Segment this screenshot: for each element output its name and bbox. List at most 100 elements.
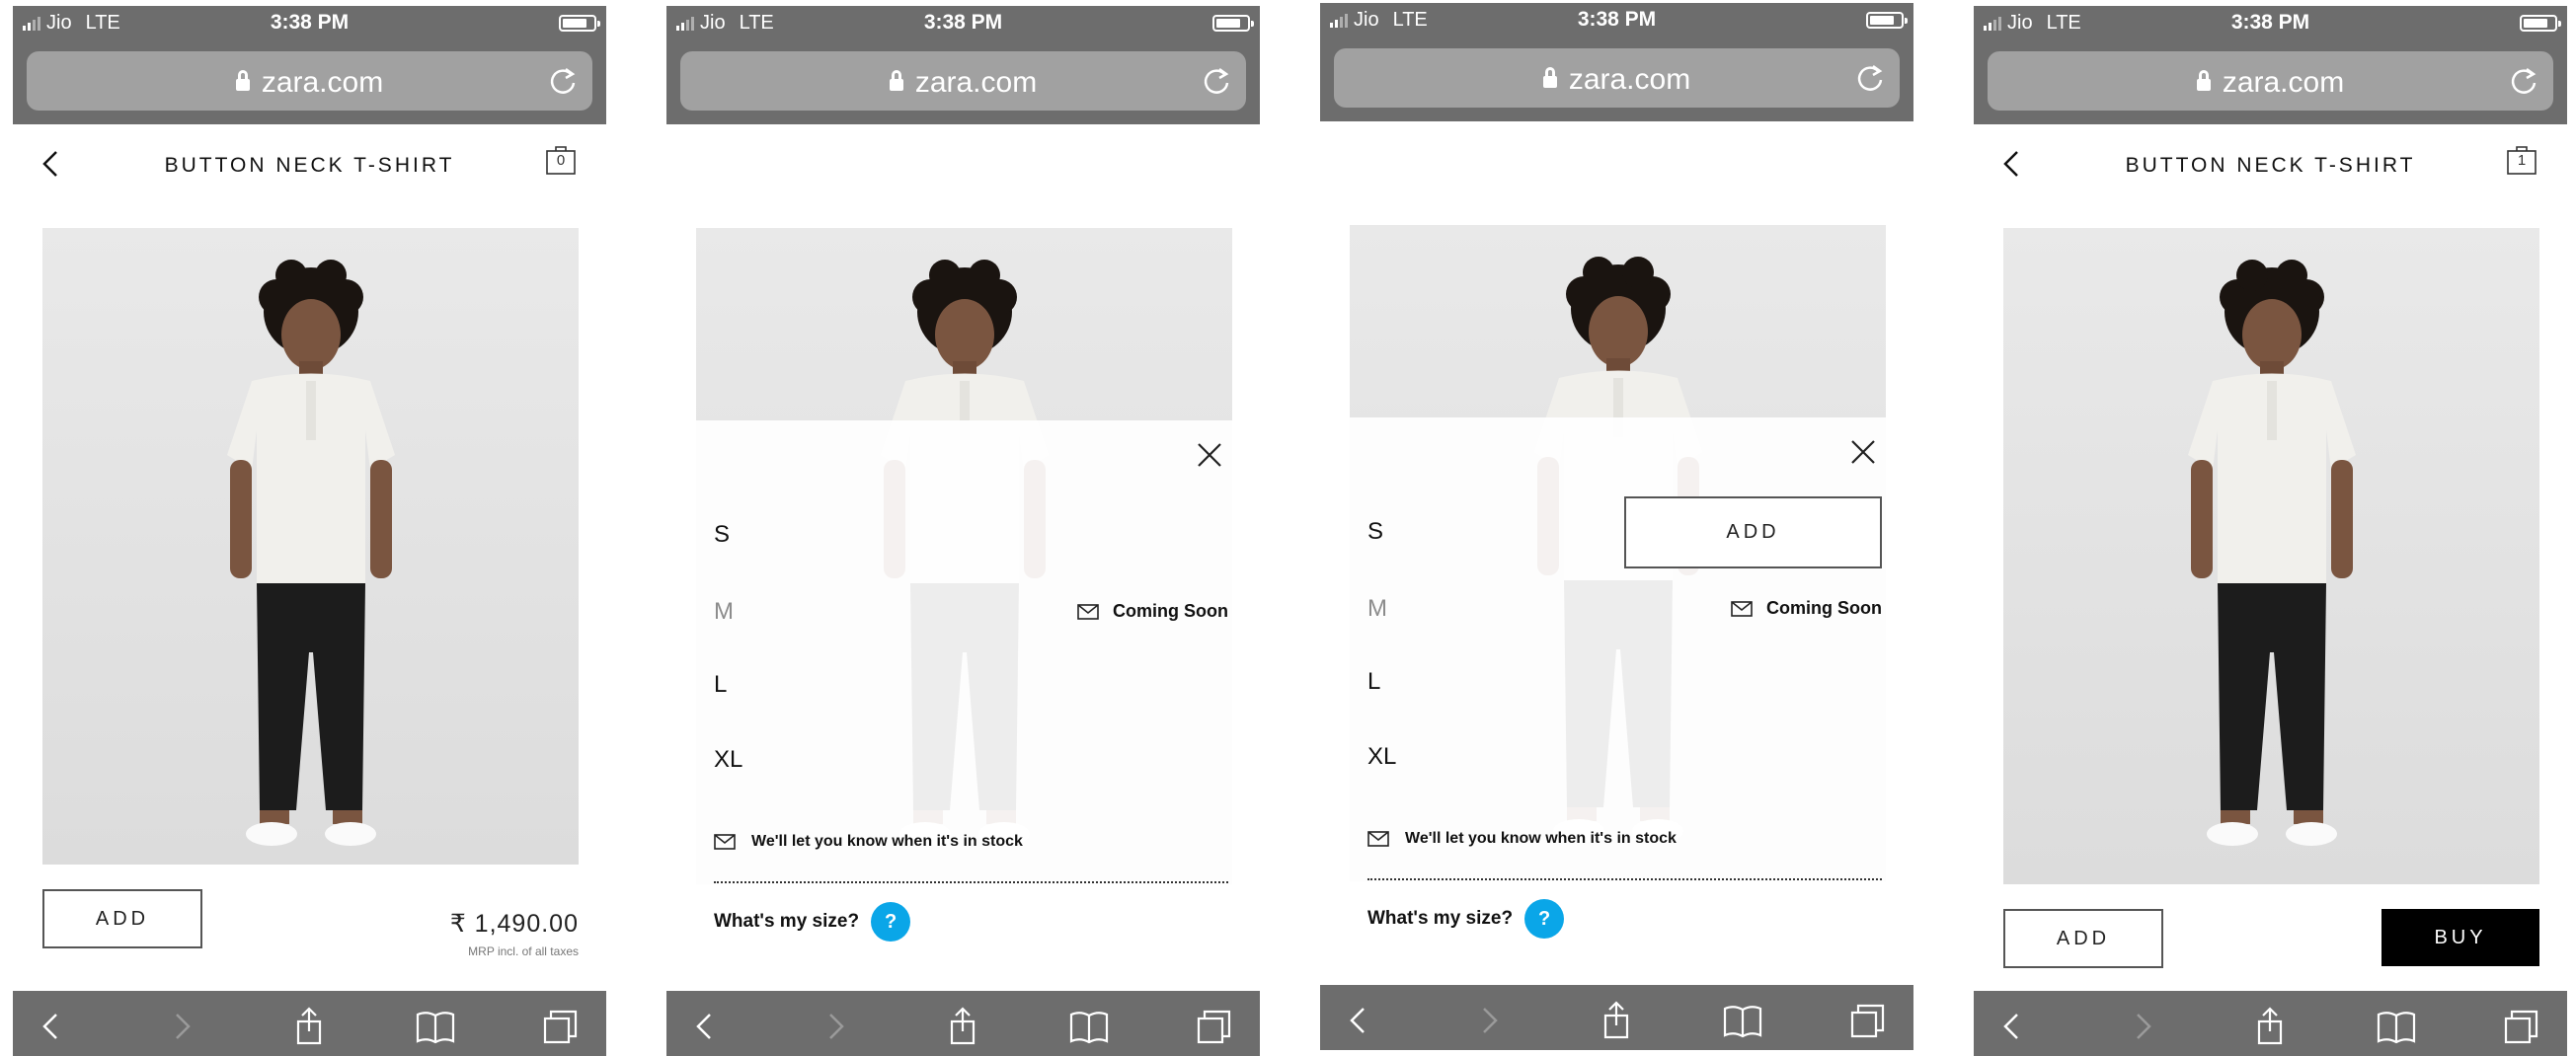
price-block: ₹ 1,490.00 MRP incl. of all taxes: [450, 909, 579, 958]
size-panel: S M Coming Soon L XL We'll let you know …: [696, 420, 1232, 884]
model-photo: [2187, 260, 2356, 846]
canvas: Jio LTE 3:38 PM zara.com BUTTON NECK T-S…: [0, 0, 2576, 1056]
add-button[interactable]: ADD: [2003, 909, 2163, 968]
cart-button[interactable]: 0: [545, 146, 577, 176]
reload-icon[interactable]: [547, 65, 579, 97]
status-time: 3:38 PM: [923, 11, 1003, 34]
reload-icon[interactable]: [1854, 62, 1886, 94]
size-option-xl[interactable]: XL: [1367, 743, 1396, 771]
address-bar[interactable]: zara.com: [27, 51, 592, 111]
size-option-m[interactable]: M: [714, 598, 734, 626]
coming-soon-notice[interactable]: Coming Soon: [1731, 598, 1882, 619]
share-icon[interactable]: [1597, 1001, 1636, 1040]
whats-my-size-link[interactable]: What's my size? ?: [714, 902, 911, 942]
price-note: MRP incl. of all taxes: [468, 944, 579, 958]
battery-icon: [1866, 12, 1908, 29]
tabs-icon[interactable]: [1848, 1001, 1888, 1040]
back-chevron-icon[interactable]: [1993, 1007, 2033, 1046]
bookmarks-icon[interactable]: [416, 1007, 455, 1046]
size-option-m[interactable]: M: [1367, 595, 1387, 623]
stock-notify-text: We'll let you know when it's in stock: [1405, 830, 1677, 847]
address-bar[interactable]: zara.com: [1988, 51, 2553, 111]
battery-icon: [2520, 15, 2561, 32]
product-header: BUTTON NECK T-SHIRT 1: [1974, 124, 2567, 213]
status-time: 3:38 PM: [1577, 8, 1657, 31]
size-option-xl[interactable]: XL: [714, 746, 742, 774]
forward-chevron-icon[interactable]: [815, 1007, 854, 1046]
share-icon[interactable]: [943, 1007, 982, 1046]
bookmarks-icon[interactable]: [2377, 1007, 2416, 1046]
help-icon[interactable]: ?: [871, 902, 911, 942]
back-chevron-icon[interactable]: [686, 1007, 726, 1046]
bookmarks-icon[interactable]: [1069, 1007, 1109, 1046]
share-icon[interactable]: [289, 1007, 329, 1046]
forward-chevron-icon[interactable]: [1468, 1001, 1508, 1040]
size-option-l[interactable]: L: [714, 671, 727, 699]
battery-icon: [559, 15, 600, 32]
size-option-s[interactable]: S: [1367, 518, 1383, 546]
reload-icon[interactable]: [2508, 65, 2539, 97]
tabs-icon[interactable]: [1195, 1007, 1234, 1046]
status-time: 3:38 PM: [2230, 11, 2310, 34]
stock-notify-text: We'll let you know when it's in stock: [751, 833, 1023, 850]
status-bar: Jio LTE 3:38 PM: [13, 6, 606, 41]
url-text: zara.com: [2222, 66, 2345, 99]
share-icon[interactable]: [2250, 1007, 2290, 1046]
browser-toolbar: [1320, 985, 1913, 1050]
close-icon[interactable]: [1850, 439, 1876, 465]
browser-chrome: zara.com: [13, 41, 606, 124]
divider: [714, 881, 1228, 883]
status-time: 3:38 PM: [270, 11, 350, 34]
buy-button[interactable]: BUY: [2381, 909, 2539, 966]
size-option-l[interactable]: L: [1367, 668, 1380, 696]
help-icon[interactable]: ?: [1524, 899, 1565, 939]
close-icon[interactable]: [1197, 442, 1222, 468]
coming-soon-label: Coming Soon: [1766, 598, 1882, 618]
stock-notify-line[interactable]: We'll let you know when it's in stock: [714, 833, 1023, 851]
cart-button[interactable]: 1: [2506, 146, 2537, 176]
url-text: zara.com: [1568, 63, 1691, 96]
browser-chrome: zara.com: [1974, 41, 2567, 124]
product-image[interactable]: [42, 228, 579, 865]
price-value: ₹ 1,490.00: [449, 910, 579, 938]
whats-my-size-link[interactable]: What's my size? ?: [1367, 899, 1565, 939]
lock-icon: [2196, 70, 2211, 91]
browser-toolbar: [666, 991, 1260, 1056]
browser-chrome: zara.com: [666, 41, 1260, 124]
url-text: zara.com: [914, 66, 1038, 99]
page-title: BUTTON NECK T-SHIRT: [164, 154, 455, 177]
browser-toolbar: [13, 991, 606, 1056]
bookmarks-icon[interactable]: [1723, 1001, 1762, 1040]
add-button[interactable]: ADD: [1624, 496, 1882, 568]
product-image[interactable]: [2003, 228, 2539, 884]
stock-notify-line[interactable]: We'll let you know when it's in stock: [1367, 830, 1677, 848]
lock-icon: [1542, 67, 1557, 88]
screen-size-selector: Jio LTE 3:38 PM zara.com S M Coming Soon…: [666, 6, 1260, 1056]
coming-soon-notice[interactable]: Coming Soon: [1077, 601, 1228, 622]
cart-count: 1: [2517, 152, 2527, 169]
browser-chrome: zara.com: [1320, 38, 1913, 121]
whats-my-size-label: What's my size?: [714, 911, 860, 932]
url-text: zara.com: [261, 66, 384, 99]
back-chevron-icon[interactable]: [1340, 1001, 1379, 1040]
envelope-icon: [714, 834, 736, 850]
screen-size-selected: Jio LTE 3:38 PM zara.com S ADD M Coming …: [1320, 3, 1913, 1053]
address-bar[interactable]: zara.com: [680, 51, 1246, 111]
tabs-icon[interactable]: [541, 1007, 581, 1046]
battery-icon: [1212, 15, 1254, 32]
forward-chevron-icon[interactable]: [161, 1007, 200, 1046]
whats-my-size-label: What's my size?: [1367, 908, 1514, 929]
back-chevron-icon[interactable]: [33, 1007, 72, 1046]
size-option-s[interactable]: S: [714, 521, 730, 549]
envelope-icon: [1077, 603, 1099, 620]
add-button[interactable]: ADD: [42, 889, 202, 948]
forward-chevron-icon[interactable]: [2122, 1007, 2161, 1046]
lock-icon: [235, 70, 250, 91]
address-bar[interactable]: zara.com: [1334, 48, 1900, 108]
divider: [1367, 878, 1882, 880]
reload-icon[interactable]: [1201, 65, 1232, 97]
tabs-icon[interactable]: [2502, 1007, 2541, 1046]
envelope-icon: [1731, 600, 1753, 617]
envelope-icon: [1367, 831, 1389, 847]
product-header: BUTTON NECK T-SHIRT 0: [13, 124, 606, 213]
